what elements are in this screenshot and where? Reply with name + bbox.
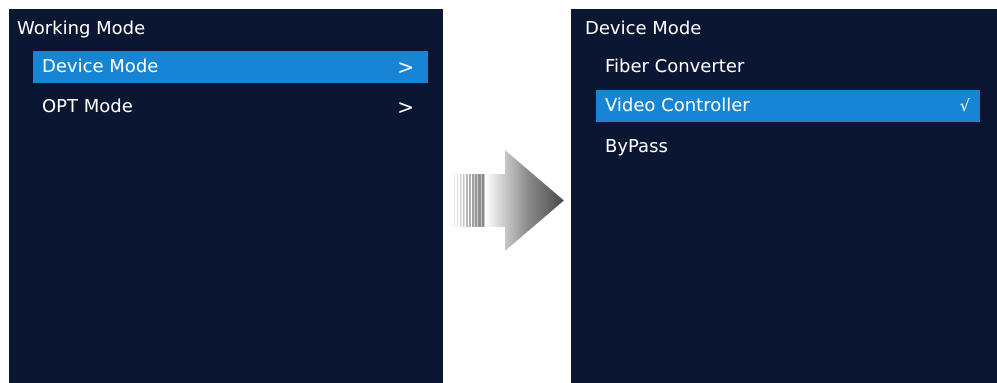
chevron-right-icon: > (397, 95, 414, 119)
menu-item-device-mode[interactable]: Device Mode > (33, 51, 428, 83)
chevron-right-icon: > (397, 55, 414, 79)
working-mode-screen: Working Mode Device Mode > OPT Mode > (9, 9, 443, 383)
arrow-tail (454, 174, 485, 227)
menu-item-bypass[interactable]: ByPass (596, 131, 981, 163)
menu-item-label: Video Controller (605, 95, 750, 116)
menu-item-label: ByPass (605, 136, 668, 157)
screen-title: Device Mode (585, 18, 702, 39)
arrow-body (485, 150, 564, 251)
arrow-right-icon (454, 150, 564, 251)
screen-title: Working Mode (17, 18, 146, 39)
menu-item-label: Fiber Converter (605, 56, 745, 77)
menu-item-label: Device Mode (42, 56, 159, 77)
menu-item-opt-mode[interactable]: OPT Mode > (33, 91, 428, 123)
menu-item-fiber-converter[interactable]: Fiber Converter (596, 51, 981, 83)
menu-item-label: OPT Mode (42, 96, 133, 117)
checkmark-icon: √ (959, 96, 970, 115)
device-mode-screen: Device Mode Fiber Converter Video Contro… (571, 9, 997, 383)
menu-item-video-controller[interactable]: Video Controller √ (596, 90, 980, 122)
